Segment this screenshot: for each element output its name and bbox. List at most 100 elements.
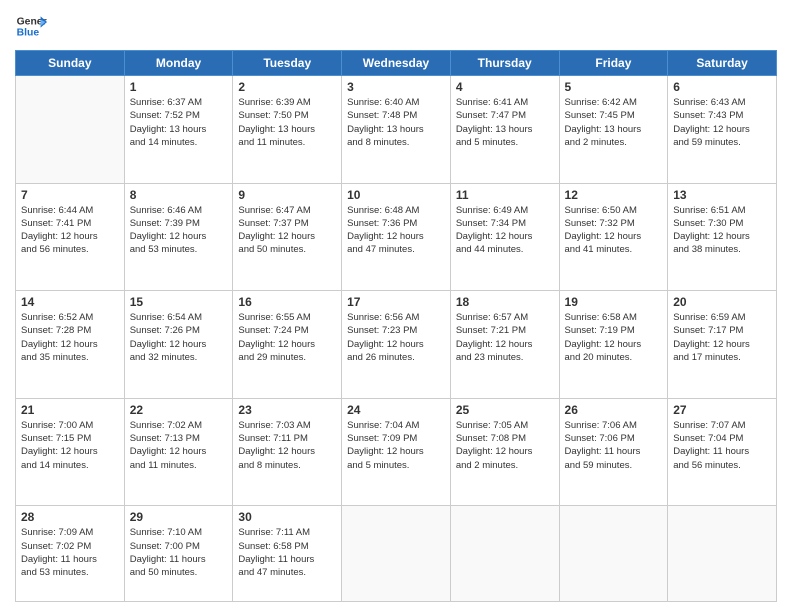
weekday-header-sunday: Sunday xyxy=(16,51,125,76)
day-info: Sunrise: 6:39 AM Sunset: 7:50 PM Dayligh… xyxy=(238,96,336,149)
calendar-cell: 19Sunrise: 6:58 AM Sunset: 7:19 PM Dayli… xyxy=(559,291,668,399)
day-number: 8 xyxy=(130,188,228,202)
calendar-cell: 22 Sunrise: 7:02 AM Sunset: 7:13 PM Dayli… xyxy=(124,398,233,506)
calendar-cell: 10 Sunrise: 6:48 AM Sunset: 7:36 PM Dayli… xyxy=(342,183,451,291)
day-info: Sunrise: 6:52 AM Sunset: 7:28 PM Dayligh… xyxy=(21,311,119,364)
day-number: 14 xyxy=(21,295,119,309)
logo-icon: General Blue xyxy=(15,10,47,42)
week-row-5: 28 Sunrise: 7:09 AM Sunset: 7:02 PM Dayli… xyxy=(16,506,777,602)
day-info: Sunrise: 6:47 AM Sunset: 7:37 PM Dayligh… xyxy=(238,204,336,257)
day-number: 27 xyxy=(673,403,771,417)
day-number: 24 xyxy=(347,403,445,417)
weekday-header-tuesday: Tuesday xyxy=(233,51,342,76)
calendar-cell: 24 Sunrise: 7:04 AM Sunset: 7:09 PM Dayli… xyxy=(342,398,451,506)
calendar-cell xyxy=(450,506,559,602)
day-info: Sunrise: 6:48 AM Sunset: 7:36 PM Dayligh… xyxy=(347,204,445,257)
day-info: Sunrise: 7:09 AM Sunset: 7:02 PM Dayligh… xyxy=(21,526,119,579)
day-number: 15 xyxy=(130,295,228,309)
week-row-4: 21 Sunrise: 7:00 AM Sunset: 7:15 PM Dayli… xyxy=(16,398,777,506)
day-info: Sunrise: 7:07 AM Sunset: 7:04 PM Dayligh… xyxy=(673,419,771,472)
day-number: 28 xyxy=(21,510,119,524)
weekday-header-thursday: Thursday xyxy=(450,51,559,76)
calendar-cell: 27 Sunrise: 7:07 AM Sunset: 7:04 PM Dayli… xyxy=(668,398,777,506)
day-info: Sunrise: 6:37 AM Sunset: 7:52 PM Dayligh… xyxy=(130,96,228,149)
calendar-cell: 15 Sunrise: 6:54 AM Sunset: 7:26 PM Dayli… xyxy=(124,291,233,399)
day-number: 13 xyxy=(673,188,771,202)
calendar-cell: 13 Sunrise: 6:51 AM Sunset: 7:30 PM Dayli… xyxy=(668,183,777,291)
day-info: Sunrise: 6:42 AM Sunset: 7:45 PM Dayligh… xyxy=(565,96,663,149)
svg-text:Blue: Blue xyxy=(17,28,40,39)
calendar-cell: 5 Sunrise: 6:42 AM Sunset: 7:45 PM Daylig… xyxy=(559,76,668,184)
week-row-1: 1 Sunrise: 6:37 AM Sunset: 7:52 PM Daylig… xyxy=(16,76,777,184)
calendar-cell: 21 Sunrise: 7:00 AM Sunset: 7:15 PM Dayli… xyxy=(16,398,125,506)
calendar-cell: 17 Sunrise: 6:56 AM Sunset: 7:23 PM Dayli… xyxy=(342,291,451,399)
day-number: 23 xyxy=(238,403,336,417)
day-number: 10 xyxy=(347,188,445,202)
calendar-cell xyxy=(668,506,777,602)
day-number: 30 xyxy=(238,510,336,524)
calendar-cell: 6 Sunrise: 6:43 AM Sunset: 7:43 PM Daylig… xyxy=(668,76,777,184)
calendar-cell xyxy=(16,76,125,184)
day-number: 6 xyxy=(673,80,771,94)
day-info: Sunrise: 7:10 AM Sunset: 7:00 PM Dayligh… xyxy=(130,526,228,579)
weekday-header-row: SundayMondayTuesdayWednesdayThursdayFrid… xyxy=(16,51,777,76)
week-row-2: 7Sunrise: 6:44 AM Sunset: 7:41 PM Daylig… xyxy=(16,183,777,291)
day-number: 17 xyxy=(347,295,445,309)
calendar-cell: 2 Sunrise: 6:39 AM Sunset: 7:50 PM Daylig… xyxy=(233,76,342,184)
calendar-cell: 18 Sunrise: 6:57 AM Sunset: 7:21 PM Dayli… xyxy=(450,291,559,399)
day-info: Sunrise: 6:56 AM Sunset: 7:23 PM Dayligh… xyxy=(347,311,445,364)
day-info: Sunrise: 6:50 AM Sunset: 7:32 PM Dayligh… xyxy=(565,204,663,257)
day-info: Sunrise: 6:43 AM Sunset: 7:43 PM Dayligh… xyxy=(673,96,771,149)
day-info: Sunrise: 7:02 AM Sunset: 7:13 PM Dayligh… xyxy=(130,419,228,472)
day-number: 7 xyxy=(21,188,119,202)
day-number: 29 xyxy=(130,510,228,524)
day-number: 25 xyxy=(456,403,554,417)
calendar-cell xyxy=(342,506,451,602)
day-number: 21 xyxy=(21,403,119,417)
weekday-header-monday: Monday xyxy=(124,51,233,76)
calendar-cell: 20 Sunrise: 6:59 AM Sunset: 7:17 PM Dayli… xyxy=(668,291,777,399)
day-number: 16 xyxy=(238,295,336,309)
day-number: 4 xyxy=(456,80,554,94)
calendar-table: SundayMondayTuesdayWednesdayThursdayFrid… xyxy=(15,50,777,602)
calendar-cell: 7Sunrise: 6:44 AM Sunset: 7:41 PM Daylig… xyxy=(16,183,125,291)
page: General Blue SundayMondayTuesdayWednesda… xyxy=(0,0,792,612)
weekday-header-wednesday: Wednesday xyxy=(342,51,451,76)
day-info: Sunrise: 6:40 AM Sunset: 7:48 PM Dayligh… xyxy=(347,96,445,149)
day-info: Sunrise: 7:11 AM Sunset: 6:58 PM Dayligh… xyxy=(238,526,336,579)
calendar-cell: 4 Sunrise: 6:41 AM Sunset: 7:47 PM Daylig… xyxy=(450,76,559,184)
day-info: Sunrise: 7:04 AM Sunset: 7:09 PM Dayligh… xyxy=(347,419,445,472)
day-info: Sunrise: 6:41 AM Sunset: 7:47 PM Dayligh… xyxy=(456,96,554,149)
calendar-cell: 9 Sunrise: 6:47 AM Sunset: 7:37 PM Daylig… xyxy=(233,183,342,291)
day-info: Sunrise: 6:55 AM Sunset: 7:24 PM Dayligh… xyxy=(238,311,336,364)
day-info: Sunrise: 7:00 AM Sunset: 7:15 PM Dayligh… xyxy=(21,419,119,472)
day-number: 12 xyxy=(565,188,663,202)
day-number: 20 xyxy=(673,295,771,309)
calendar-cell: 1 Sunrise: 6:37 AM Sunset: 7:52 PM Daylig… xyxy=(124,76,233,184)
day-info: Sunrise: 6:54 AM Sunset: 7:26 PM Dayligh… xyxy=(130,311,228,364)
day-info: Sunrise: 6:51 AM Sunset: 7:30 PM Dayligh… xyxy=(673,204,771,257)
logo: General Blue xyxy=(15,10,47,42)
calendar-cell: 30 Sunrise: 7:11 AM Sunset: 6:58 PM Dayli… xyxy=(233,506,342,602)
calendar-cell: 12 Sunrise: 6:50 AM Sunset: 7:32 PM Dayli… xyxy=(559,183,668,291)
day-info: Sunrise: 7:03 AM Sunset: 7:11 PM Dayligh… xyxy=(238,419,336,472)
calendar-cell: 28 Sunrise: 7:09 AM Sunset: 7:02 PM Dayli… xyxy=(16,506,125,602)
day-number: 9 xyxy=(238,188,336,202)
day-number: 22 xyxy=(130,403,228,417)
calendar-cell xyxy=(559,506,668,602)
day-info: Sunrise: 7:06 AM Sunset: 7:06 PM Dayligh… xyxy=(565,419,663,472)
day-info: Sunrise: 6:57 AM Sunset: 7:21 PM Dayligh… xyxy=(456,311,554,364)
day-number: 1 xyxy=(130,80,228,94)
day-number: 26 xyxy=(565,403,663,417)
day-info: Sunrise: 6:59 AM Sunset: 7:17 PM Dayligh… xyxy=(673,311,771,364)
calendar-cell: 16 Sunrise: 6:55 AM Sunset: 7:24 PM Dayli… xyxy=(233,291,342,399)
day-number: 11 xyxy=(456,188,554,202)
day-number: 18 xyxy=(456,295,554,309)
day-number: 5 xyxy=(565,80,663,94)
day-number: 2 xyxy=(238,80,336,94)
day-number: 3 xyxy=(347,80,445,94)
header: General Blue xyxy=(15,10,777,42)
weekday-header-saturday: Saturday xyxy=(668,51,777,76)
calendar-cell: 3 Sunrise: 6:40 AM Sunset: 7:48 PM Daylig… xyxy=(342,76,451,184)
day-info: Sunrise: 6:49 AM Sunset: 7:34 PM Dayligh… xyxy=(456,204,554,257)
